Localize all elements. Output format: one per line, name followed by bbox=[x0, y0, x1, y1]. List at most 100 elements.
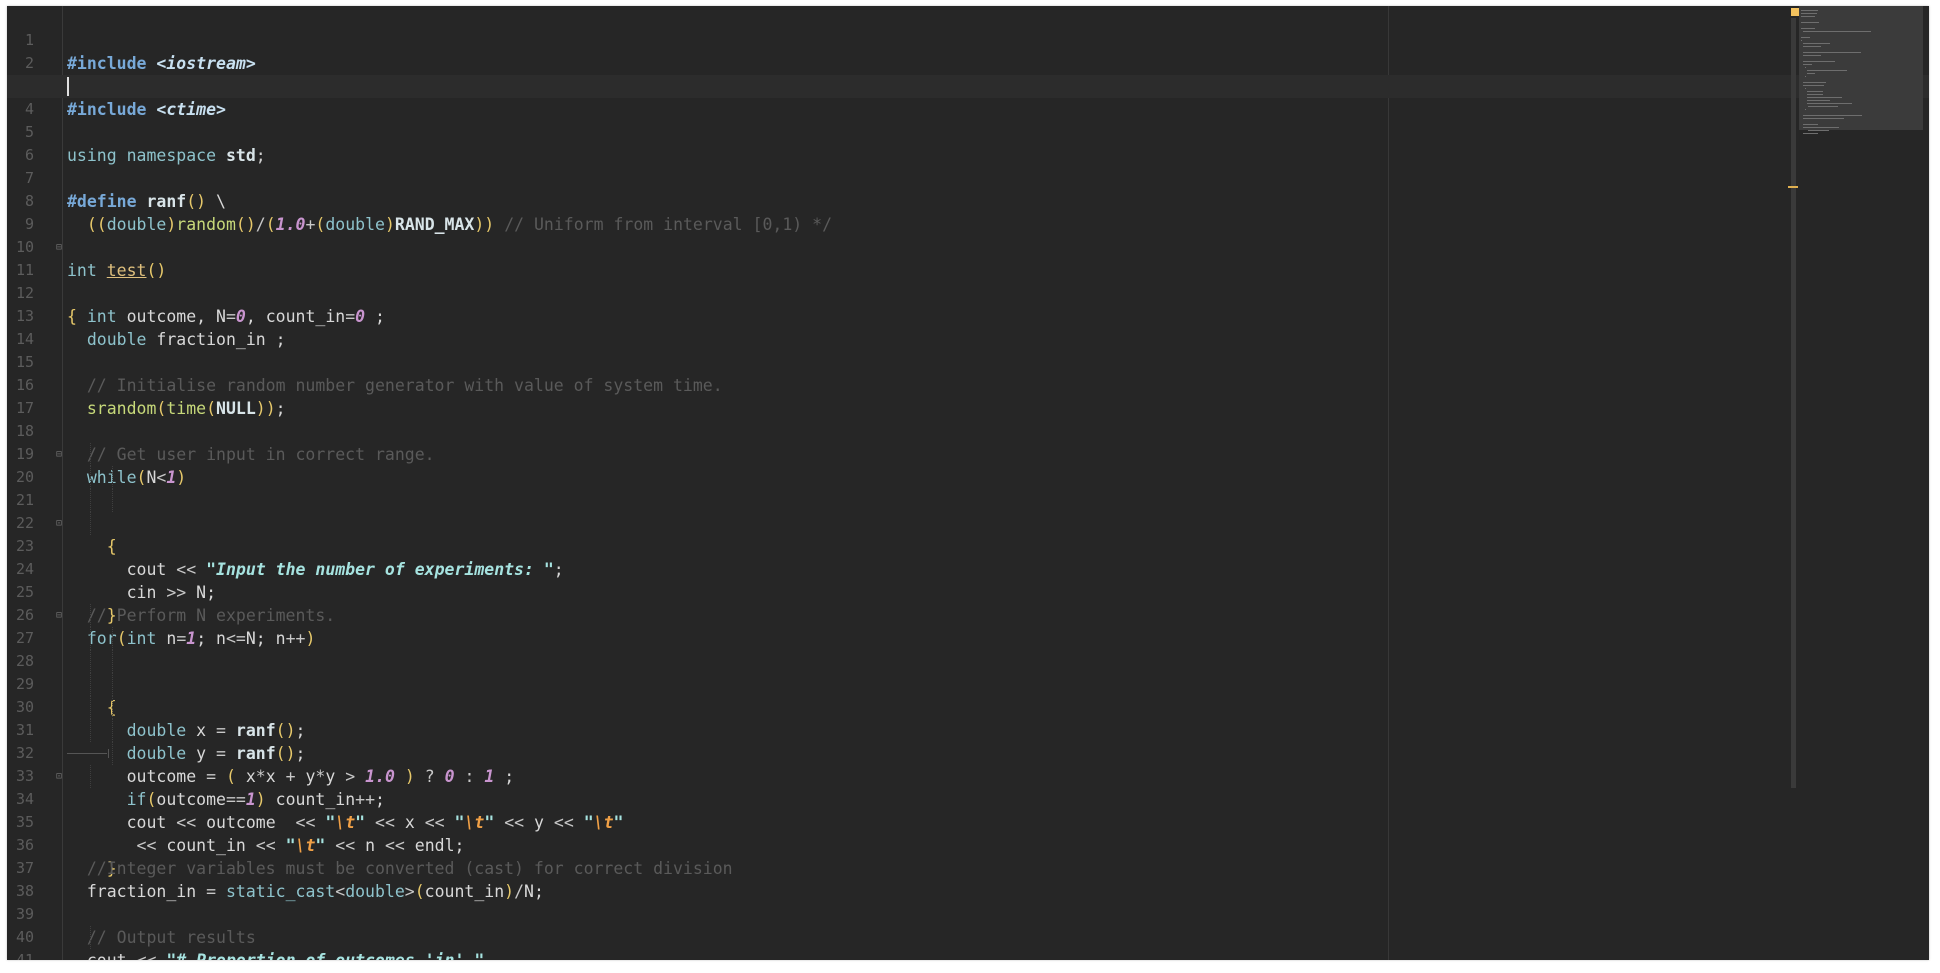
code-line[interactable]: 30 outcome = ( x*x + y*y > 1.0 ) ? 0 : 1… bbox=[7, 673, 1929, 786]
minimap-line bbox=[1807, 94, 1824, 95]
minimap-line bbox=[1801, 16, 1816, 17]
minimap-line bbox=[1805, 76, 1806, 77]
tab-arrow-icon bbox=[67, 749, 109, 758]
fold-toggle-icon[interactable]: ⊟ bbox=[56, 450, 65, 460]
code-line[interactable]: 10 int test() bbox=[7, 213, 1929, 280]
code-line[interactable]: 32 cout << outcome << "\t" << x << "\t" … bbox=[7, 719, 1929, 832]
code-line[interactable]: 13 double fraction_in ; bbox=[7, 282, 1929, 349]
code-line[interactable]: 7 #define ranf() \ bbox=[7, 144, 1929, 211]
fold-end-icon[interactable]: ⊡ bbox=[56, 772, 65, 782]
code-line[interactable]: 18 // Get user input in correct range. bbox=[7, 397, 1929, 464]
minimap-line bbox=[1805, 109, 1806, 110]
code-line[interactable]: 15 // Initialise random number generator… bbox=[7, 328, 1929, 395]
fold-end-icon[interactable]: ⊡ bbox=[56, 519, 65, 529]
minimap-line bbox=[1801, 10, 1819, 11]
minimap-line bbox=[1803, 31, 1871, 32]
code-line[interactable]: 6 bbox=[7, 121, 1929, 164]
minimap-line bbox=[1803, 61, 1835, 62]
code-line[interactable]: 25 // Perform N experiments. bbox=[7, 558, 1929, 625]
minimap-line bbox=[1805, 67, 1806, 68]
minimap-line bbox=[1801, 40, 1802, 41]
indent-guide bbox=[90, 489, 91, 512]
minimap-line bbox=[1801, 28, 1816, 29]
vertical-scrollbar[interactable] bbox=[1791, 18, 1796, 788]
code-line[interactable]: 33 << count_in << "\t" << n << endl; bbox=[7, 742, 1929, 855]
code-line[interactable]: 11 ⊟ { bbox=[7, 236, 1929, 327]
code-line[interactable]: 28 double x = ranf(); bbox=[7, 627, 1929, 740]
minimap-viewport[interactable] bbox=[1799, 6, 1923, 130]
code-line[interactable]: 1 #include <iostream> bbox=[7, 6, 1929, 73]
indent-guide bbox=[90, 627, 91, 650]
code-editor[interactable]: 1 #include <iostream> 2 #include <cstdli… bbox=[7, 6, 1929, 960]
code-line[interactable]: 24 bbox=[7, 535, 1929, 578]
minimap-line bbox=[1807, 91, 1824, 92]
fold-toggle-icon[interactable]: ⊟ bbox=[56, 611, 65, 621]
code-line[interactable]: 20 ⊟ { bbox=[7, 443, 1929, 556]
minimap-line bbox=[1803, 118, 1845, 119]
code-line[interactable]: 37 fraction_in = static_cast<double>(cou… bbox=[7, 834, 1929, 901]
minimap-line bbox=[1803, 55, 1821, 56]
code-line[interactable]: 12 int outcome, N=0, count_in=0 ; bbox=[7, 259, 1929, 326]
minimap-line bbox=[1803, 133, 1819, 134]
indent-guide bbox=[112, 696, 113, 719]
indent-guide bbox=[90, 673, 91, 696]
code-line-current[interactable]: 4 bbox=[7, 75, 1929, 118]
code-line[interactable]: 21 cout << "Input the number of experime… bbox=[7, 466, 1929, 579]
code-line[interactable]: 35 bbox=[7, 788, 1929, 831]
minimap-line bbox=[1803, 64, 1812, 65]
indent-guide bbox=[90, 443, 91, 466]
code-line[interactable]: 29 double y = ranf(); bbox=[7, 650, 1929, 763]
code-line[interactable]: 2 #include <cstdlib> bbox=[7, 29, 1929, 96]
code-line[interactable]: 40 cout << "# Proportion of outcomes 'in… bbox=[7, 903, 1929, 960]
indent-guide bbox=[90, 512, 91, 535]
minimap-line bbox=[1807, 103, 1852, 104]
indent-guide bbox=[112, 742, 113, 765]
code-line[interactable]: 14 bbox=[7, 305, 1929, 348]
change-marker-icon bbox=[1788, 186, 1798, 188]
code-line[interactable]: 39 // Output results bbox=[7, 880, 1929, 947]
minimap-line bbox=[1803, 115, 1862, 116]
indent-guide bbox=[112, 719, 113, 742]
indent-guide bbox=[90, 765, 91, 788]
code-line[interactable]: 5 using namespace std; bbox=[7, 98, 1929, 165]
code-line[interactable]: 17 bbox=[7, 374, 1929, 417]
code-line[interactable]: 19 while(N<1) bbox=[7, 420, 1929, 487]
minimap-line bbox=[1808, 106, 1838, 107]
code-line[interactable]: 31 if(outcome==1) count_in++; bbox=[7, 696, 1929, 809]
code-line[interactable]: 41 << fraction_in << endl; bbox=[7, 926, 1929, 960]
indent-guide bbox=[90, 719, 91, 742]
minimap-line bbox=[1807, 70, 1847, 71]
minimap[interactable] bbox=[1788, 6, 1929, 960]
editor-window: 1 #include <iostream> 2 #include <cstdli… bbox=[7, 6, 1929, 960]
minimap-line bbox=[1803, 43, 1830, 44]
code-line[interactable]: 9 bbox=[7, 190, 1929, 233]
code-line[interactable]: 38 bbox=[7, 857, 1929, 900]
minimap-line bbox=[1805, 88, 1806, 89]
bookmark-marker-icon bbox=[1791, 8, 1799, 16]
minimap-line bbox=[1801, 22, 1819, 23]
code-line[interactable]: 8 ((double)random()/(1.0+(double)RAND_MA… bbox=[7, 167, 1929, 234]
minimap-line bbox=[1803, 82, 1826, 83]
minimap-line bbox=[1803, 85, 1824, 86]
fold-toggle-icon[interactable]: ⊟ bbox=[56, 243, 65, 253]
indent-guide bbox=[90, 926, 91, 949]
code-line[interactable]: 36 //Integer variables must be converted… bbox=[7, 811, 1929, 878]
minimap-line bbox=[1807, 73, 1816, 74]
code-line[interactable]: 22 cin >> N; bbox=[7, 489, 1929, 602]
minimap-line bbox=[1807, 100, 1831, 101]
indent-guide bbox=[112, 627, 113, 650]
code-line[interactable]: 42 // Output results bbox=[7, 949, 1929, 960]
minimap-line bbox=[1801, 37, 1810, 38]
code-line[interactable]: 34 ⊡ } bbox=[7, 765, 1929, 878]
code-line[interactable]: 27 ⊟ { bbox=[7, 604, 1929, 717]
indent-guide bbox=[90, 604, 91, 627]
minimap-line bbox=[1803, 52, 1861, 53]
minimap-line bbox=[1808, 130, 1829, 131]
indent-guide bbox=[112, 466, 113, 489]
minimap-line bbox=[1803, 46, 1821, 47]
minimap-line bbox=[1803, 124, 1819, 125]
code-line[interactable]: 23 ⊡ } bbox=[7, 512, 1929, 625]
code-line[interactable]: 3 #include <ctime> bbox=[7, 52, 1929, 119]
code-line[interactable]: 16 srandom(time(NULL)); bbox=[7, 351, 1929, 418]
code-line[interactable]: 26 for(int n=1; n<=N; n++) bbox=[7, 581, 1929, 648]
